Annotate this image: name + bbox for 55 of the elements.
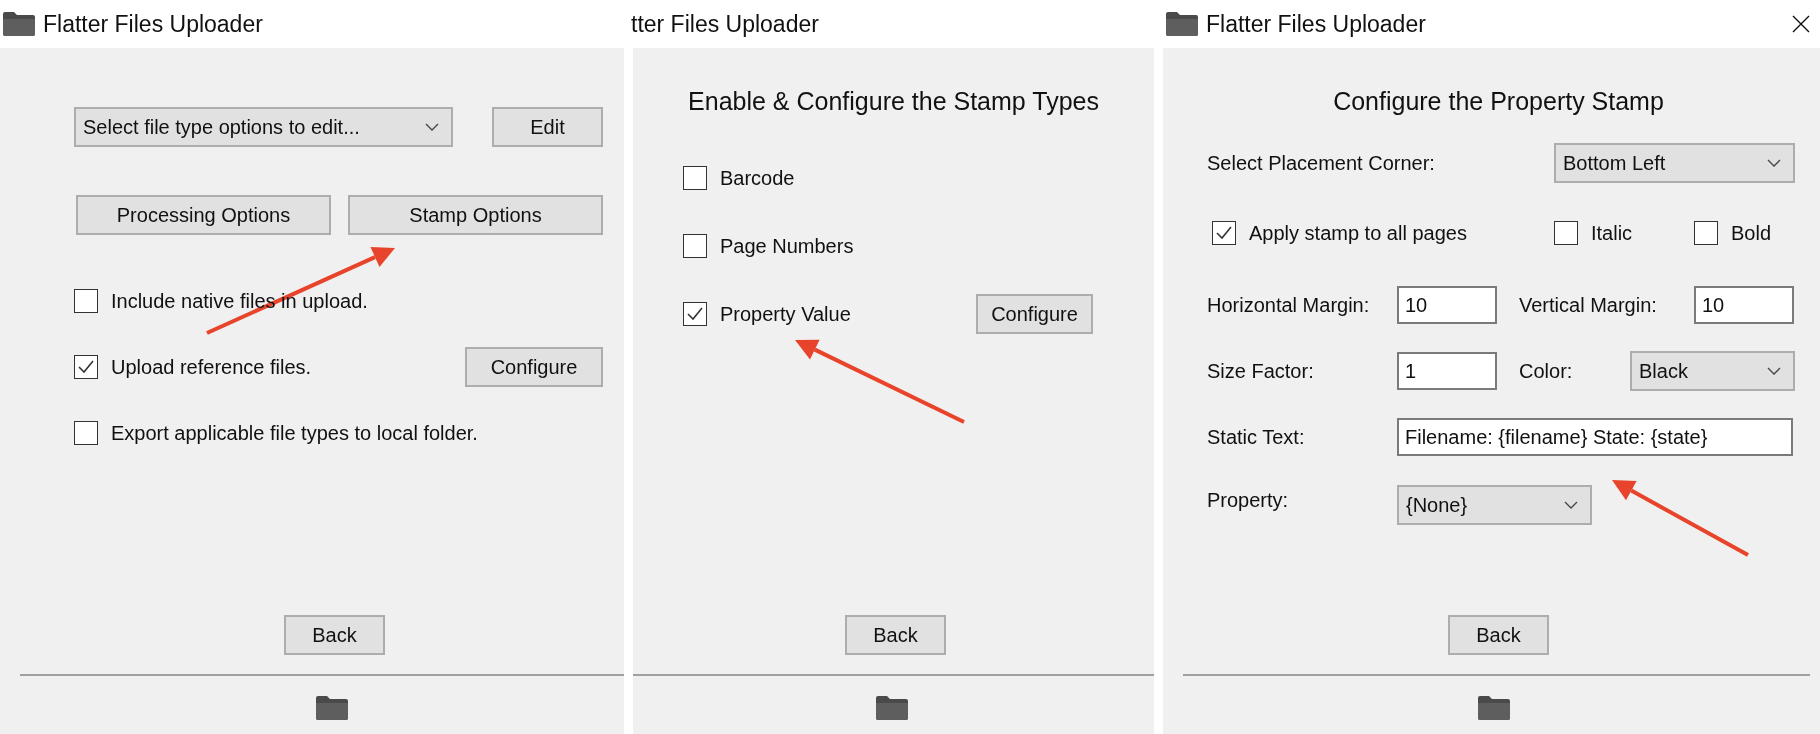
checkbox-label: Export applicable file types to local folder. — [111, 421, 478, 445]
chevron-down-icon — [1564, 501, 1578, 509]
dropdown[interactable]: Black — [1630, 351, 1795, 391]
checkbox-label: Italic — [1591, 221, 1633, 245]
button[interactable]: Configure — [976, 294, 1093, 334]
folder-icon — [1165, 11, 1199, 37]
folder-icon — [315, 695, 349, 721]
dropdown[interactable]: Select file type options to edit... — [74, 107, 453, 147]
field-label: Color: — [1519, 359, 1574, 383]
folder-icon — [2, 11, 36, 37]
chevron-down-icon — [1767, 159, 1781, 167]
checkbox-label: Apply stamp to all pages — [1249, 221, 1467, 245]
checkbox[interactable] — [683, 166, 707, 190]
checkbox-label: Page Numbers — [720, 234, 854, 258]
window-title: Flatter Files Uploader — [1206, 10, 1426, 38]
button[interactable]: Configure — [465, 347, 603, 387]
window-title: tter Files Uploader — [631, 10, 819, 38]
folder-icon — [875, 695, 909, 721]
dropdown[interactable]: {None} — [1397, 485, 1592, 525]
chevron-down-icon — [1767, 367, 1781, 375]
field-label: Static Text: — [1207, 425, 1306, 449]
checkbox-label: Bold — [1731, 221, 1772, 245]
checkbox[interactable] — [683, 234, 707, 258]
input-field[interactable]: Filename: {filename} State: {state} — [1397, 418, 1793, 456]
field-label: Horizontal Margin: — [1207, 293, 1371, 317]
field-label: Property: — [1207, 488, 1290, 512]
checkbox[interactable] — [74, 289, 98, 313]
field-label: Size Factor: — [1207, 359, 1315, 383]
chevron-down-icon — [425, 123, 439, 131]
folder-icon — [1477, 695, 1511, 721]
input-field[interactable]: 1 — [1397, 352, 1497, 390]
dialog-heading: Enable & Configure the Stamp Types — [687, 87, 1100, 116]
window-title: Flatter Files Uploader — [43, 10, 263, 38]
dropdown[interactable]: Bottom Left — [1554, 143, 1795, 183]
input-field[interactable]: 10 — [1397, 286, 1497, 324]
dialog-heading: Configure the Property Stamp — [1332, 87, 1665, 116]
button[interactable]: Stamp Options — [348, 195, 603, 235]
button[interactable]: Back — [845, 615, 946, 655]
input-field[interactable]: 10 — [1694, 286, 1794, 324]
close-icon[interactable] — [1792, 15, 1810, 33]
button[interactable]: Processing Options — [76, 195, 331, 235]
checkbox[interactable] — [74, 421, 98, 445]
field-label: Vertical Margin: — [1519, 293, 1658, 317]
checkbox[interactable] — [1694, 221, 1718, 245]
checkbox[interactable] — [683, 302, 707, 326]
field-label: Select Placement Corner: — [1207, 151, 1436, 175]
checkbox-label: Upload reference files. — [111, 355, 312, 379]
button[interactable]: Edit — [492, 107, 603, 147]
button[interactable]: Back — [284, 615, 385, 655]
checkbox[interactable] — [1554, 221, 1578, 245]
button[interactable]: Back — [1448, 615, 1549, 655]
checkbox[interactable] — [1212, 221, 1236, 245]
checkbox[interactable] — [74, 355, 98, 379]
checkbox-label: Barcode — [720, 166, 795, 190]
checkbox-label: Property Value — [720, 302, 851, 326]
